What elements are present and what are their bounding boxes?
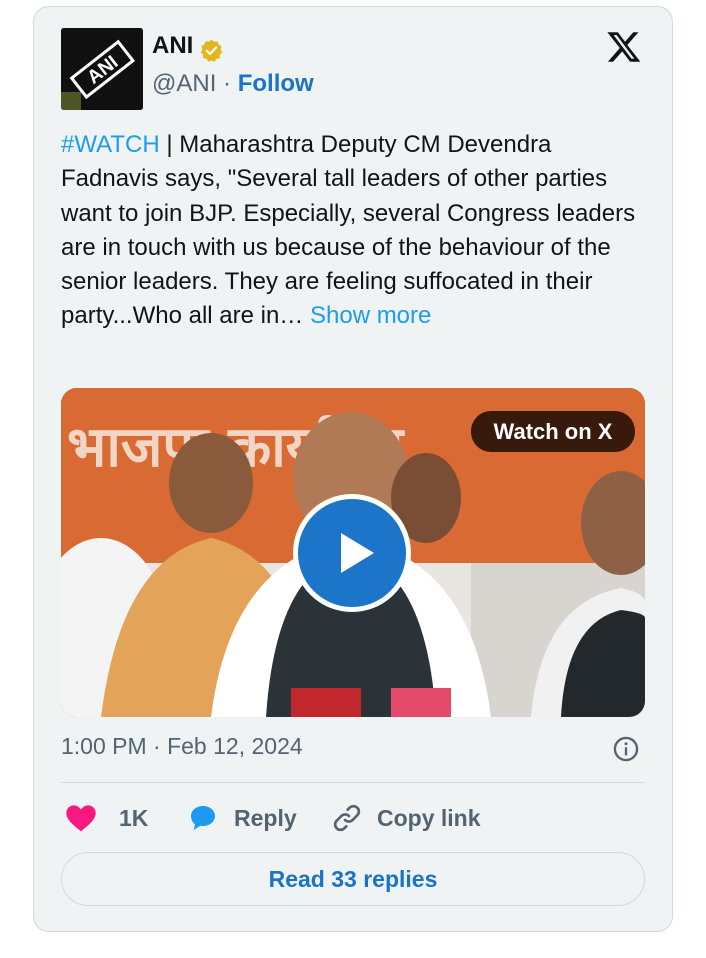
play-icon [341, 533, 374, 573]
follow-button[interactable]: Follow [238, 70, 314, 97]
separator: · [223, 70, 232, 97]
author-name[interactable]: ANI [152, 32, 193, 60]
author-handle[interactable]: @ANI [152, 70, 216, 97]
like-count: 1K [119, 804, 149, 831]
hashtag-link[interactable]: #WATCH [61, 131, 160, 158]
reply-label: Reply [234, 804, 297, 831]
copy-link-button[interactable]: Copy link [331, 800, 481, 836]
verified-badge-icon [200, 39, 223, 62]
handle-row: @ANI · Follow [152, 70, 314, 98]
tweet-text: #WATCH | Maharashtra Deputy CM Devendra … [61, 128, 641, 334]
like-button[interactable]: 1K [65, 800, 148, 836]
divider [61, 782, 645, 783]
reply-button[interactable]: Reply [186, 800, 297, 836]
read-replies-button[interactable]: Read 33 replies [61, 852, 645, 906]
link-icon [333, 804, 361, 832]
timestamp[interactable]: 1:00 PM · Feb 12, 2024 [61, 733, 303, 760]
tweet-body: | Maharashtra Deputy CM Devendra Fadnavi… [61, 131, 636, 330]
play-button[interactable] [293, 494, 411, 612]
avatar[interactable]: ANI [61, 28, 143, 110]
x-logo-icon[interactable] [606, 29, 642, 65]
copy-link-label: Copy link [377, 804, 481, 831]
reply-bubble-icon [191, 806, 215, 830]
heart-icon [66, 805, 96, 832]
info-icon[interactable] [612, 735, 640, 763]
show-more-link[interactable]: Show more [310, 302, 431, 329]
watch-on-x-button[interactable]: Watch on X [471, 411, 635, 452]
